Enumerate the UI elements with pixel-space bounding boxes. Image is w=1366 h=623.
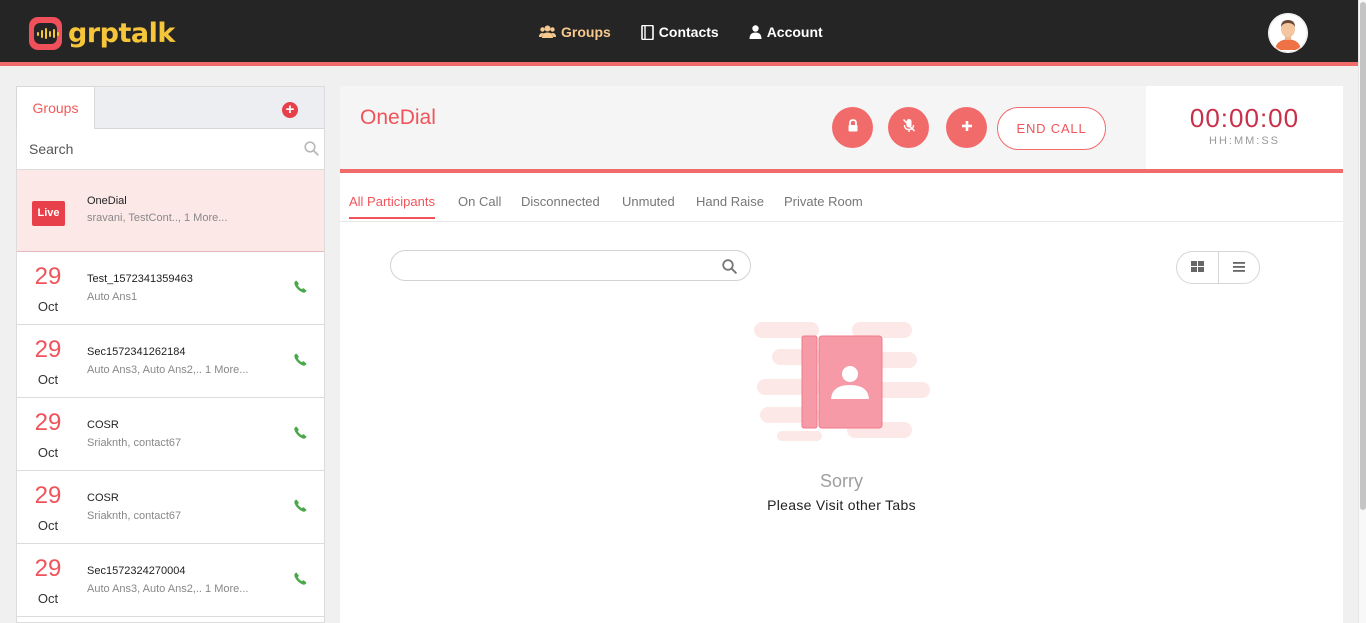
call-timer: 00:00:00 HH:MM:SS [1146,86,1343,169]
list-view-button[interactable] [1217,252,1259,283]
top-navbar: grptalk Groups Contacts Account [0,0,1358,66]
avatar[interactable] [1268,13,1308,53]
group-date-day: 29 [34,555,62,582]
view-toggle [1176,251,1260,284]
empty-state-message: Please Visit other Tabs [767,497,916,513]
sidebar-header: Groups + [16,86,324,129]
groups-sidebar: Groups + Live OneDial sravani, TestCont.… [16,86,325,623]
call-title: OneDial [360,106,436,129]
tab-hand-raise[interactable]: Hand Raise [696,194,764,217]
call-header: OneDial END CALL 00:00:00 HH:MM:SS [340,86,1343,173]
plus-icon [961,119,973,137]
group-members: Auto Ans1 [87,291,138,303]
tab-disconnected[interactable]: Disconnected [521,194,600,217]
group-date-month: Oct [37,299,59,314]
list-item-group[interactable]: 29 Oct Sec1572341262184 Auto Ans3, Auto … [17,325,324,398]
group-name: Sec1572324270004 [87,565,186,577]
address-book-icon [640,24,654,40]
tab-private-room[interactable]: Private Room [784,194,863,217]
group-name: Test_1572341359463 [87,273,193,285]
empty-contacts-illustration [752,319,932,449]
phone-icon[interactable] [294,280,307,298]
nav-contacts-label: Contacts [658,24,719,40]
search-icon[interactable] [304,141,319,161]
group-name: COSR [87,419,119,431]
participant-search-input[interactable] [403,255,713,277]
group-date-day: 29 [34,482,62,509]
plus-circle-icon: + [285,101,295,118]
group-members: Auto Ans3, Auto Ans2,.. 1 More... [87,583,249,595]
grptalk-logo[interactable]: grptalk [29,17,175,50]
list-item-group[interactable]: 29 Oct Test_1572341359463 Auto Ans1 [17,252,324,325]
tab-unmuted[interactable]: Unmuted [622,194,675,217]
lock-icon [847,118,859,137]
grid-view-button[interactable] [1177,252,1218,283]
timer-format-label: HH:MM:SS [1209,135,1280,147]
group-name: OneDial [87,195,127,207]
empty-state-title: Sorry [819,471,863,491]
end-call-button[interactable]: END CALL [997,107,1106,150]
group-members: sravani, TestCont.., 1 More... [87,212,228,224]
list-item-live-group[interactable]: Live OneDial sravani, TestCont.., 1 More… [17,170,324,252]
add-group-button[interactable]: + [282,102,298,118]
group-members: Auto Ans3, Auto Ans2,.. 1 More... [87,364,249,376]
nav-groups[interactable]: Groups [539,24,611,40]
nav-contacts[interactable]: Contacts [640,24,719,40]
group-name: COSR [87,492,119,504]
group-date-month: Oct [37,372,59,387]
group-date-day: 29 [34,409,62,436]
mic-off-icon [902,118,916,138]
tab-groups[interactable]: Groups [16,86,95,129]
call-panel: OneDial END CALL 00:00:00 HH:MM:SS All P… [340,86,1343,623]
scrollbar-thumb[interactable] [1360,2,1366,510]
lock-button[interactable] [832,107,873,148]
group-members: Sriaknth, contact67 [87,510,182,522]
group-search [17,129,324,170]
phone-icon[interactable] [294,572,307,590]
logo-icon [29,17,62,50]
phone-icon[interactable] [294,499,307,517]
group-date-month: Oct [37,445,59,460]
participant-search [390,250,751,281]
nav-account-label: Account [766,24,823,40]
tab-all-participants[interactable]: All Participants [349,194,435,219]
group-members: Sriaknth, contact67 [87,437,182,449]
list-item-group[interactable]: 29 Oct Sec1572324270004 Auto Ans3, Auto … [17,544,324,617]
nav-account[interactable]: Account [749,24,823,40]
phone-icon[interactable] [294,353,307,371]
phone-icon[interactable] [294,426,307,444]
tab-on-call[interactable]: On Call [458,194,501,217]
list-icon [1232,259,1245,277]
list-item-group[interactable]: 29 Oct COSR Sriaknth, contact67 [17,471,324,544]
group-date-month: Oct [37,591,59,606]
grid-icon [1190,259,1204,277]
live-badge: Live [32,201,65,226]
logo-text: grptalk [68,17,175,49]
group-date-day: 29 [34,263,62,290]
list-item-group[interactable]: 29 Oct COSR Sriaknth, contact67 [17,398,324,471]
page-scrollbar[interactable] [1358,0,1366,623]
user-icon [749,25,762,39]
group-date-day: 29 [34,336,62,363]
search-icon[interactable] [722,259,737,279]
group-name: Sec1572341262184 [87,346,186,358]
nav-groups-label: Groups [561,24,611,40]
group-date-month: Oct [37,518,59,533]
participant-tabs: All Participants On Call Disconnected Un… [340,177,1343,222]
group-search-input[interactable] [17,129,324,169]
main-nav: Groups Contacts Account [539,24,853,40]
mute-all-button[interactable] [888,107,929,148]
timer-value: 00:00:00 [1189,103,1300,133]
users-icon [539,25,556,39]
add-participant-button[interactable] [946,107,987,148]
